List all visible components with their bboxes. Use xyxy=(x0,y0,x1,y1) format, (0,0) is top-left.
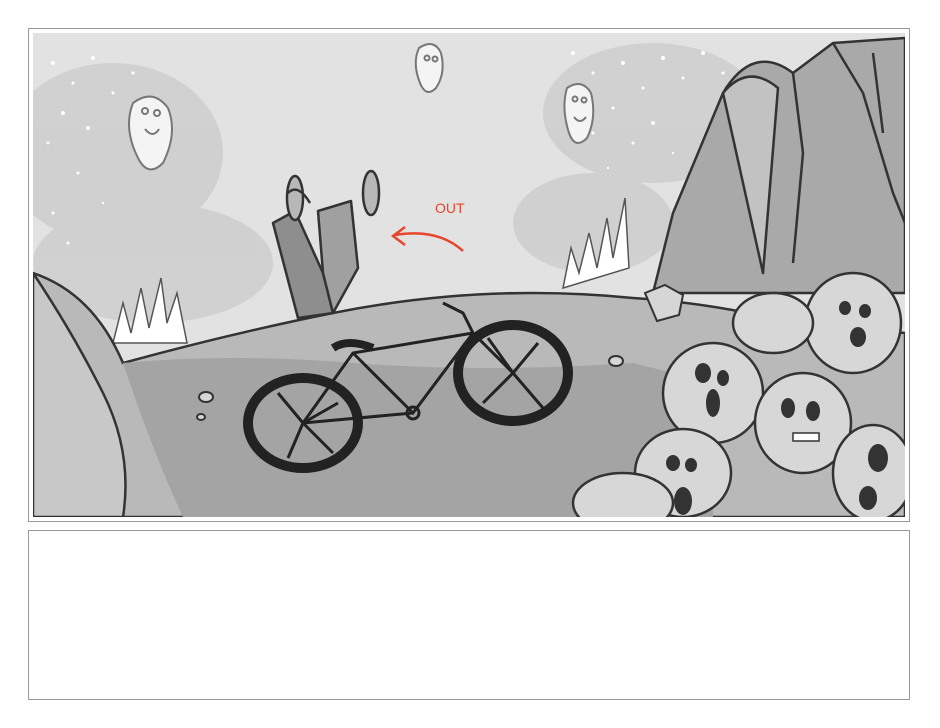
storyboard-panel-frame: OUT xyxy=(28,28,910,522)
direction-label: OUT xyxy=(435,200,465,216)
ghost-right xyxy=(563,83,595,144)
ghost-top xyxy=(414,43,444,93)
storyboard-panel-image: OUT xyxy=(33,33,905,517)
notes-text xyxy=(39,539,899,691)
storyboard-notes-box[interactable] xyxy=(28,530,910,700)
